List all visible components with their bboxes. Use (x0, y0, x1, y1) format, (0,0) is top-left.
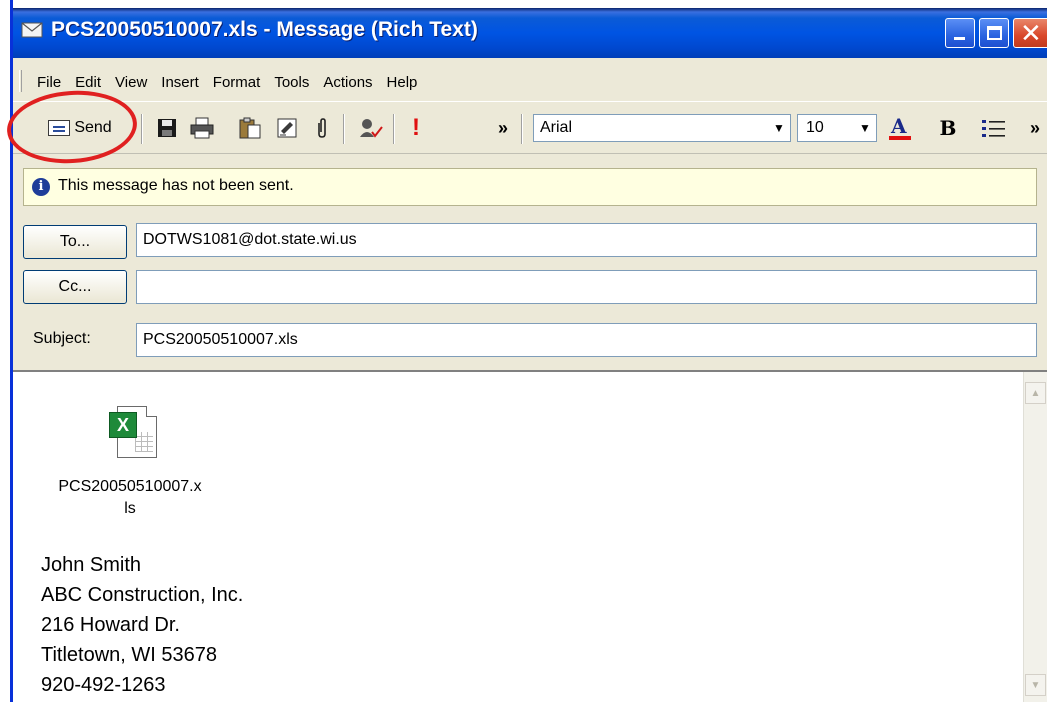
signature-line: 920-492-1263 (41, 674, 166, 696)
signature-button[interactable] (273, 114, 303, 142)
print-button[interactable] (187, 114, 217, 142)
minimize-button[interactable] (945, 18, 975, 48)
info-icon: i (32, 178, 50, 196)
save-icon (158, 119, 176, 137)
to-button[interactable]: To... (23, 225, 127, 259)
to-field[interactable]: DOTWS1081@dot.state.wi.us (136, 223, 1037, 257)
check-names-button[interactable] (355, 114, 387, 142)
attach-button[interactable] (309, 114, 335, 142)
cc-field[interactable] (136, 270, 1037, 304)
to-button-label: To... (59, 233, 91, 250)
font-size-value: 10 (806, 119, 824, 136)
info-bar: i This message has not been sent. (23, 168, 1037, 206)
cc-button-label: Cc... (58, 278, 92, 295)
maximize-icon (987, 26, 1002, 40)
menu-insert[interactable]: Insert (161, 74, 207, 91)
toolbar-separator (521, 114, 523, 144)
message-body[interactable]: X PCS20050510007.x ls John Smith ABC Con… (13, 370, 1047, 702)
signature-line: 216 Howard Dr. (41, 614, 180, 636)
font-size-combo[interactable]: 10 ▼ (797, 114, 877, 142)
signature-line: John Smith (41, 554, 142, 576)
subject-label: Subject: (33, 330, 91, 347)
menu-actions[interactable]: Actions (323, 74, 380, 91)
title-bar[interactable]: PCS20050510007.xls - Message (Rich Text)… (13, 0, 1047, 58)
menu-tools[interactable]: Tools (274, 74, 317, 91)
menu-help[interactable]: Help (387, 74, 426, 91)
window-title: PCS20050510007.xls - Message (Rich Text) (51, 18, 478, 41)
bold-icon: B (939, 116, 957, 140)
signature-icon (277, 118, 297, 138)
signature-line: Titletown, WI 53678 (41, 644, 218, 666)
to-field-value: DOTWS1081@dot.state.wi.us (143, 231, 357, 248)
subject-field-value: PCS20050510007.xls (143, 331, 298, 348)
close-button[interactable]: ✕ (1013, 18, 1047, 48)
envelope-icon (21, 22, 43, 38)
chevron-double-icon: » (497, 117, 508, 138)
info-bar-text: This message has not been sent. (58, 177, 294, 194)
chevron-down-icon[interactable]: ▼ (768, 115, 790, 141)
toolbar-separator (343, 114, 345, 144)
send-button[interactable]: Send (21, 114, 139, 142)
vertical-scrollbar[interactable]: ▲ ▼ (1023, 372, 1047, 702)
minimize-icon (954, 37, 965, 40)
send-label: Send (74, 119, 112, 136)
font-color-icon: A (889, 115, 911, 140)
menu-view[interactable]: View (115, 74, 155, 91)
scroll-down-icon[interactable]: ▼ (1025, 674, 1046, 696)
bold-button[interactable]: B (933, 114, 963, 142)
scroll-up-icon[interactable]: ▲ (1025, 382, 1046, 404)
excel-file-icon: X (101, 402, 159, 460)
close-icon: ✕ (1020, 18, 1042, 48)
menu-bar: File Edit View Insert Format Tools Actio… (13, 58, 1047, 102)
bullets-button[interactable] (977, 114, 1011, 142)
save-button[interactable] (153, 114, 181, 142)
signature-line: ABC Construction, Inc. (41, 584, 244, 606)
menu-file[interactable]: File (37, 74, 69, 91)
importance-high-icon: ! (412, 114, 420, 141)
font-color-button[interactable]: A (883, 114, 917, 142)
toolbar-grip[interactable] (19, 70, 22, 92)
svg-text:A: A (890, 115, 907, 138)
menu-format[interactable]: Format (213, 74, 269, 91)
send-icon (48, 120, 71, 136)
attach-icon (318, 118, 326, 138)
menu-edit[interactable]: Edit (75, 74, 109, 91)
chevron-double-icon: » (1029, 117, 1040, 138)
font-name-value: Arial (540, 119, 573, 136)
paste-button[interactable] (235, 114, 265, 142)
signature-block: John Smith ABC Construction, Inc. 216 Ho… (41, 550, 243, 700)
font-name-combo[interactable]: Arial ▼ (533, 114, 791, 142)
attachment-filename: PCS20050510007.x ls (58, 478, 202, 517)
subject-field[interactable]: PCS20050510007.xls (136, 323, 1037, 357)
attachment[interactable]: X PCS20050510007.x ls (35, 402, 225, 520)
cc-button[interactable]: Cc... (23, 270, 127, 304)
message-window: PCS20050510007.xls - Message (Rich Text)… (10, 0, 1047, 702)
formatting-overflow-button[interactable]: » (1025, 114, 1045, 142)
check-names-icon (360, 119, 383, 138)
standard-toolbar: Send ! » Arial ▼ 10 ▼ A B » (13, 102, 1047, 154)
bullets-icon (982, 120, 1005, 137)
chevron-down-icon[interactable]: ▼ (854, 115, 876, 141)
importance-high-button[interactable]: ! (401, 114, 431, 142)
maximize-button[interactable] (979, 18, 1009, 48)
toolbar-separator (393, 114, 395, 144)
toolbar-overflow-button[interactable]: » (493, 114, 513, 142)
paste-icon (239, 117, 261, 139)
print-icon (190, 117, 214, 139)
toolbar-separator (141, 114, 143, 144)
